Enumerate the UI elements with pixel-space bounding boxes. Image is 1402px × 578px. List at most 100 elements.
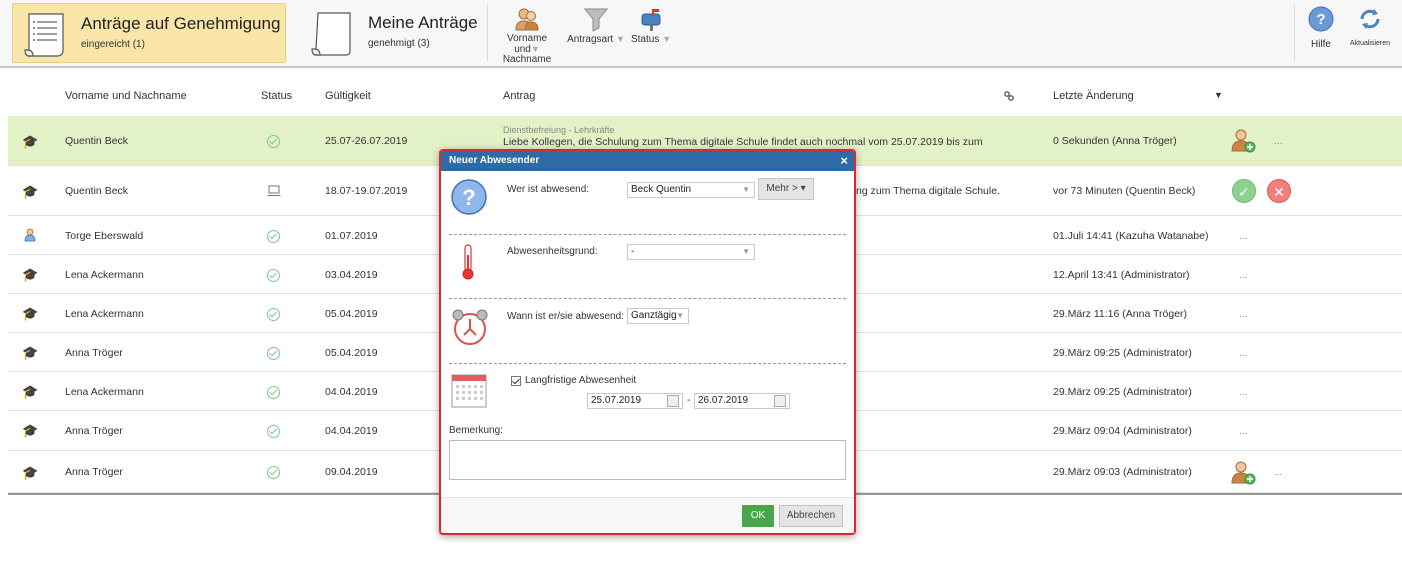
dialog-footer: OK Abbrechen [441, 497, 854, 533]
longterm-label: Langfristige Abwesenheit [525, 375, 637, 386]
row-more-menu[interactable]: ... [1239, 426, 1247, 437]
dialog-title: Neuer Abwesender [441, 151, 854, 171]
status-approved-icon [267, 466, 280, 479]
cancel-button[interactable]: Abbrechen [779, 505, 843, 527]
cell-validity: 04.04.2019 [325, 386, 378, 398]
help-icon: ? [1308, 6, 1334, 32]
cell-last-change: vor 73 Minuten (Quentin Beck) [1053, 185, 1196, 197]
more-button[interactable]: Mehr > ▾ [758, 178, 814, 200]
cell-category: Dienstbefreiung - Lehrkräfte [503, 125, 615, 135]
cell-last-change: 12.April 13:41 (Administrator) [1053, 269, 1190, 281]
calendar-icon[interactable] [774, 395, 786, 407]
remark-textarea[interactable] [449, 440, 846, 480]
section-divider [449, 234, 846, 235]
cell-validity: 09.04.2019 [325, 466, 378, 478]
chevron-down-icon: ▼ [742, 247, 750, 256]
who-select[interactable]: Beck Quentin ▼ [627, 182, 755, 198]
refresh-label: Aktualisieren [1349, 40, 1391, 47]
status-approved-icon [267, 308, 280, 321]
cell-name: Torge Eberswald [65, 230, 144, 242]
row-more-menu[interactable]: ... [1239, 387, 1247, 398]
who-label: Wer ist abwesend: [507, 184, 590, 195]
calendar-icon [451, 374, 487, 408]
cell-name: Anna Tröger [65, 425, 123, 437]
graduation-cap-icon: 🎓 [22, 465, 39, 480]
close-icon: ✕ [1273, 184, 1285, 200]
filter-request-type[interactable]: Antragsart ▼ [566, 6, 626, 45]
cell-request: Liebe Kollegen, die Schulung zum Thema d… [503, 136, 983, 148]
cell-request: ng zum Thema digitale Schule. [856, 185, 1000, 197]
row-more-menu[interactable]: ... [1239, 348, 1247, 359]
chevron-down-icon: ▼ [742, 185, 750, 194]
reason-label: Abwesenheitsgrund: [507, 246, 598, 257]
cell-validity: 05.04.2019 [325, 347, 378, 359]
cell-validity: 01.07.2019 [325, 230, 378, 242]
row-more-menu[interactable]: ... [1239, 270, 1247, 281]
tab-pending-approvals[interactable]: Anträge auf Genehmigung eingereicht (1) [12, 3, 286, 63]
link-icon[interactable] [1004, 90, 1014, 102]
approve-button[interactable]: ✓ [1232, 179, 1256, 203]
cell-name: Lena Ackermann [65, 269, 144, 281]
tab-title: Meine Anträge [368, 13, 478, 32]
mailbox-icon [641, 9, 661, 31]
column-header-last-change[interactable]: Letzte Änderung [1053, 90, 1134, 102]
filter-status[interactable]: Status ▼ [628, 6, 674, 45]
status-approved-icon [267, 230, 280, 243]
column-header-validity[interactable]: Gültigkeit [325, 90, 371, 102]
filter-label: Vorname und [506, 33, 548, 55]
column-header-name[interactable]: Vorname und Nachname [65, 90, 187, 102]
sort-desc-icon[interactable]: ▼ [1214, 90, 1223, 100]
tab-my-requests[interactable]: Meine Anträge genehmigt (3) [300, 3, 484, 63]
add-substitute-icon[interactable] [1230, 127, 1256, 153]
when-select[interactable]: Ganztägig ▼ [627, 308, 689, 324]
status-approved-icon [267, 425, 280, 438]
cell-name: Quentin Beck [65, 135, 129, 147]
close-icon[interactable]: × [840, 153, 848, 168]
row-more-menu[interactable]: ... [1274, 467, 1282, 478]
toolbar: Anträge auf Genehmigung eingereicht (1) … [0, 0, 1402, 68]
cell-validity: 18.07-19.07.2019 [325, 185, 408, 197]
section-divider [449, 363, 846, 364]
row-more-menu[interactable]: ... [1274, 136, 1282, 147]
person-icon [24, 228, 36, 242]
svg-text:?: ? [1316, 11, 1325, 28]
cell-last-change: 29.März 09:25 (Administrator) [1053, 386, 1192, 398]
row-more-menu[interactable]: ... [1239, 309, 1247, 320]
cell-last-change: 29.März 09:03 (Administrator) [1053, 466, 1192, 478]
row-more-menu[interactable]: ... [1239, 231, 1247, 242]
graduation-cap-icon: 🎓 [22, 184, 39, 199]
column-header-request[interactable]: Antrag [503, 90, 535, 102]
refresh-button[interactable]: Aktualisieren [1347, 6, 1393, 47]
thermometer-icon [462, 244, 474, 280]
help-button[interactable]: ? Hilfe [1306, 6, 1336, 50]
filter-name[interactable]: Vorname und▼ Nachname [496, 6, 558, 65]
when-label: Wann ist er/sie abwesend: [507, 311, 624, 322]
cell-last-change: 0 Sekunden (Anna Tröger) [1053, 135, 1177, 147]
scroll-document-icon [311, 12, 351, 56]
document-list-icon [24, 13, 64, 57]
add-substitute-icon[interactable] [1230, 459, 1256, 485]
date-from-input[interactable]: 25.07.2019 [587, 393, 683, 409]
toolbar-divider [487, 4, 488, 62]
filter-label: Antragsart [567, 34, 614, 45]
refresh-icon [1360, 9, 1380, 29]
cell-name: Quentin Beck [65, 185, 129, 197]
status-approved-icon [267, 347, 280, 360]
graduation-cap-icon: 🎓 [22, 345, 39, 360]
reason-select[interactable]: - ▼ [627, 244, 755, 260]
calendar-icon[interactable] [667, 395, 679, 407]
ok-button[interactable]: OK [742, 505, 774, 527]
cell-name: Lena Ackermann [65, 308, 144, 320]
graduation-cap-icon: 🎓 [22, 267, 39, 282]
cell-last-change: 29.März 09:04 (Administrator) [1053, 425, 1192, 437]
funnel-icon [583, 8, 609, 32]
cell-last-change: 29.März 11:16 (Anna Tröger) [1053, 308, 1188, 320]
longterm-checkbox[interactable] [511, 376, 521, 386]
help-label: Hilfe [1310, 39, 1331, 50]
graduation-cap-icon: 🎓 [22, 134, 39, 149]
reject-button[interactable]: ✕ [1267, 179, 1291, 203]
alarm-clock-icon [452, 309, 488, 345]
cell-validity: 03.04.2019 [325, 269, 378, 281]
date-to-input[interactable]: 26.07.2019 [694, 393, 790, 409]
column-header-status[interactable]: Status [261, 90, 292, 102]
